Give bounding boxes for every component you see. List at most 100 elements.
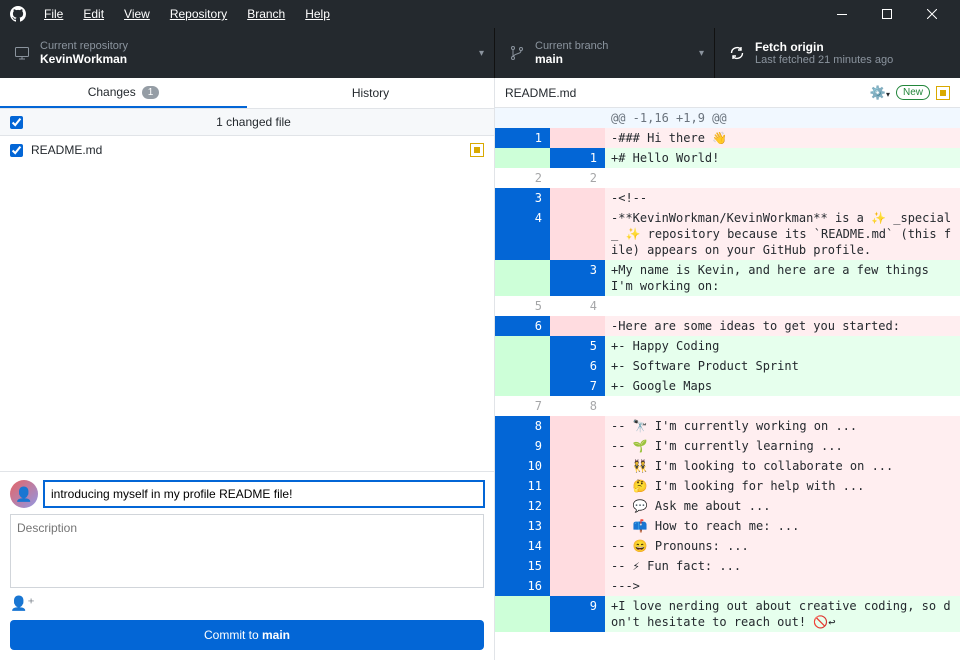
diff-text (605, 168, 960, 188)
diff-line[interactable]: 6 -Here are some ideas to get you started… (495, 316, 960, 336)
diff-file-name: README.md (505, 86, 576, 100)
diff-line[interactable]: 14-- 😄 Pronouns: ... (495, 536, 960, 556)
tab-changes[interactable]: Changes 1 (0, 78, 247, 108)
modified-icon (470, 143, 484, 157)
tabs: Changes 1 History (0, 78, 494, 108)
diff-text: +My name is Kevin, and here are a few th… (605, 260, 960, 296)
diff-line[interactable]: 10-- 👯 I'm looking to collaborate on ... (495, 456, 960, 476)
fetch-origin-button[interactable]: Fetch origin Last fetched 21 minutes ago (715, 28, 960, 78)
diff-text: -- ⚡ Fun fact: ... (605, 556, 960, 576)
diff-line[interactable]: @@ -1,16 +1,9 @@ (495, 108, 960, 128)
diff-line[interactable]: 12-- 💬 Ask me about ... (495, 496, 960, 516)
select-all-checkbox[interactable] (10, 116, 23, 129)
diff-line[interactable]: 3+My name is Kevin, and here are a few t… (495, 260, 960, 296)
changed-count-label: 1 changed file (23, 115, 484, 129)
new-line-number: 8 (550, 396, 605, 416)
menu-help[interactable]: Help (295, 3, 340, 25)
old-line-number: 6 (495, 316, 550, 336)
gear-icon[interactable]: ⚙️▾ (870, 85, 890, 101)
old-line-number: 16 (495, 576, 550, 596)
old-line-number (495, 356, 550, 376)
old-line-number: 14 (495, 536, 550, 556)
commit-area: 👤 👤⁺ Commit to main (0, 471, 494, 660)
menu-edit[interactable]: Edit (73, 3, 114, 25)
diff-text (605, 396, 960, 416)
commit-description-input[interactable] (10, 514, 484, 588)
new-badge[interactable]: New (896, 85, 930, 100)
diff-text: -- 👯 I'm looking to collaborate on ... (605, 456, 960, 476)
changes-count-badge: 1 (142, 86, 160, 99)
diff-line[interactable]: 1+# Hello World! (495, 148, 960, 168)
old-line-number: 13 (495, 516, 550, 536)
diff-line[interactable]: 22 (495, 168, 960, 188)
diff-line[interactable]: 54 (495, 296, 960, 316)
old-line-number (495, 376, 550, 396)
current-branch-dropdown[interactable]: Current branch main ▾ (495, 28, 715, 78)
new-line-number (550, 576, 605, 596)
diff-text: -- 💬 Ask me about ... (605, 496, 960, 516)
diff-text: +- Happy Coding (605, 336, 960, 356)
old-line-number (495, 260, 550, 296)
file-checkbox[interactable] (10, 144, 23, 157)
diff-line[interactable]: 9+I love nerding out about creative codi… (495, 596, 960, 632)
new-line-number (550, 456, 605, 476)
commit-button[interactable]: Commit to main (10, 620, 484, 650)
diff-line[interactable]: 4-**KevinWorkman/KevinWorkman** is a ✨ _… (495, 208, 960, 260)
diff-text: -### Hi there 👋 (605, 128, 960, 148)
new-line-number: 5 (550, 336, 605, 356)
file-row[interactable]: README.md (0, 136, 494, 164)
menu-file[interactable]: File (34, 3, 73, 25)
diff-text: -Here are some ideas to get you started: (605, 316, 960, 336)
commit-summary-input[interactable] (44, 481, 484, 507)
diff-line[interactable]: 5+- Happy Coding (495, 336, 960, 356)
new-line-number (550, 556, 605, 576)
new-line-number (550, 128, 605, 148)
diff-line[interactable]: 11-- 🤔 I'm looking for help with ... (495, 476, 960, 496)
commit-button-branch: main (262, 628, 290, 642)
new-line-number (550, 436, 605, 456)
toolbar: Current repository KevinWorkman ▾ Curren… (0, 28, 960, 78)
tab-history[interactable]: History (247, 78, 494, 108)
diff-text: -<!-- (605, 188, 960, 208)
menu-repository[interactable]: Repository (160, 3, 237, 25)
old-line-number: 8 (495, 416, 550, 436)
chevron-down-icon: ▾ (699, 48, 704, 59)
chevron-down-icon: ▾ (479, 48, 484, 59)
menu-branch[interactable]: Branch (237, 3, 295, 25)
changed-files-header: 1 changed file (0, 108, 494, 136)
diff-line[interactable]: 8-- 🔭 I'm currently working on ... (495, 416, 960, 436)
old-line-number (495, 148, 550, 168)
modified-icon (936, 86, 950, 100)
close-button[interactable] (909, 0, 954, 28)
diff-line[interactable]: 78 (495, 396, 960, 416)
diff-panel: README.md ⚙️▾ New @@ -1,16 +1,9 @@1-### … (495, 78, 960, 660)
diff-line[interactable]: 9-- 🌱 I'm currently learning ... (495, 436, 960, 456)
diff-body[interactable]: @@ -1,16 +1,9 @@1-### Hi there 👋1+# Hell… (495, 108, 960, 660)
diff-line[interactable]: 1-### Hi there 👋 (495, 128, 960, 148)
menu-view[interactable]: View (114, 3, 160, 25)
repo-name: KevinWorkman (40, 52, 128, 66)
diff-line[interactable]: 13-- 📫 How to reach me: ... (495, 516, 960, 536)
diff-text: +# Hello World! (605, 148, 960, 168)
maximize-button[interactable] (864, 0, 909, 28)
changes-panel: Changes 1 History 1 changed file README.… (0, 78, 495, 660)
diff-line[interactable]: 15-- ⚡ Fun fact: ... (495, 556, 960, 576)
new-line-number (550, 108, 605, 128)
diff-line[interactable]: 3-<!-- (495, 188, 960, 208)
add-coauthor-button[interactable]: 👤⁺ (10, 591, 484, 620)
new-line-number (550, 416, 605, 436)
old-line-number: 9 (495, 436, 550, 456)
diff-text: +- Software Product Sprint (605, 356, 960, 376)
current-repository-dropdown[interactable]: Current repository KevinWorkman ▾ (0, 28, 495, 78)
diff-line[interactable]: 7+- Google Maps (495, 376, 960, 396)
fetch-sub: Last fetched 21 minutes ago (755, 54, 893, 66)
diff-text: -- 🤔 I'm looking for help with ... (605, 476, 960, 496)
avatar: 👤 (10, 480, 38, 508)
computer-icon (14, 45, 30, 61)
minimize-button[interactable] (819, 0, 864, 28)
menu-bar: File Edit View Repository Branch Help (34, 3, 340, 25)
diff-line[interactable]: 16---> (495, 576, 960, 596)
new-line-number: 2 (550, 168, 605, 188)
diff-line[interactable]: 6+- Software Product Sprint (495, 356, 960, 376)
github-logo-icon (10, 6, 26, 22)
